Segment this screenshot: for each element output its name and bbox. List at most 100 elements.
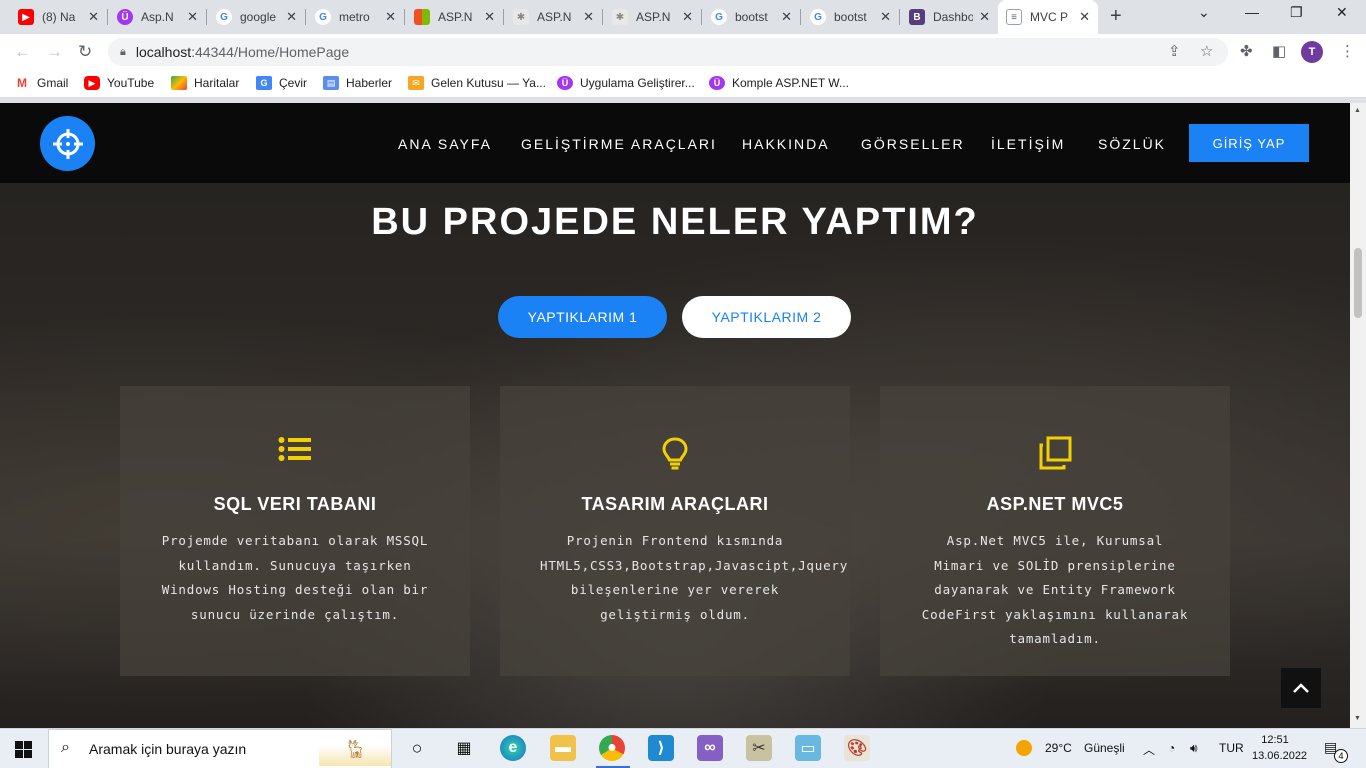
tab-separator: [800, 9, 801, 25]
scroll-down-arrow-icon[interactable]: ▼: [1354, 715, 1361, 722]
google-icon: G: [711, 9, 727, 25]
restore-icon[interactable]: ❐: [1290, 4, 1303, 21]
volume-icon[interactable]: 🔊︎: [1190, 741, 1198, 756]
vscode-icon[interactable]: ⟩: [648, 735, 674, 761]
nav-dictionary[interactable]: SÖZLÜK: [1098, 136, 1166, 152]
browser-tab[interactable]: G bootst ✕: [802, 0, 899, 34]
back-to-top-button[interactable]: [1281, 668, 1321, 708]
bookmark-maps[interactable]: Haritalar: [171, 76, 239, 90]
nav-about[interactable]: HAKKINDA: [742, 136, 830, 152]
site-logo[interactable]: [40, 116, 95, 171]
weather-temperature[interactable]: 29°C: [1045, 741, 1072, 755]
nav-contact[interactable]: İLETİŞİM: [991, 136, 1065, 152]
maps-icon: [171, 76, 187, 90]
close-icon[interactable]: ✕: [781, 9, 792, 25]
nav-gallery[interactable]: GÖRSELLER: [861, 136, 965, 152]
close-icon[interactable]: ✕: [682, 9, 693, 25]
aspnet-icon: ✱: [513, 9, 529, 25]
close-icon[interactable]: ✕: [286, 9, 297, 25]
lightbulb-icon: [500, 436, 850, 472]
browser-tab[interactable]: G metro ✕: [307, 0, 404, 34]
tab-projects-2[interactable]: YAPTIKLARIM 2: [682, 296, 851, 338]
weather-condition[interactable]: Güneşli: [1084, 741, 1125, 755]
browser-tab[interactable]: ▶ (8) Na ✕: [10, 0, 107, 34]
card-text: Projenin Frontend kısmında HTML5,CSS3,Bo…: [540, 533, 849, 622]
bookmark-udemy-2[interactable]: Ü Komple ASP.NET W...: [709, 76, 849, 90]
lock-icon[interactable]: 🔒︎: [120, 46, 126, 59]
chrome-icon[interactable]: ●: [599, 735, 625, 761]
news-icon: ▤: [323, 76, 339, 90]
tray-chevron-up-icon[interactable]: ︿: [1143, 741, 1155, 758]
bootstrap-icon: B: [909, 9, 925, 25]
edge-icon[interactable]: e: [500, 735, 526, 761]
minimize-icon[interactable]: —: [1245, 4, 1259, 20]
tab-title: google: [240, 10, 277, 24]
tab-projects-1[interactable]: YAPTIKLARIM 1: [498, 296, 667, 338]
reload-icon[interactable]: ↻: [78, 42, 92, 62]
scrollbar-thumb[interactable]: [1354, 248, 1362, 318]
forward-arrow-icon[interactable]: →: [46, 42, 63, 62]
system-clock[interactable]: 12:51 13.06.2022: [1252, 732, 1308, 764]
browser-tab[interactable]: G bootst ✕: [703, 0, 800, 34]
search-highlight-illustration-icon: 🦌︎: [319, 732, 391, 766]
bookmark-news[interactable]: ▤ Haberler: [323, 76, 392, 90]
copy-icon: [880, 436, 1230, 472]
bookmark-translate[interactable]: G Çevir: [256, 76, 307, 90]
profile-avatar[interactable]: T: [1301, 41, 1323, 63]
browser-tab[interactable]: ASP.N ✕: [406, 0, 503, 34]
browser-tab-active[interactable]: ≡ MVC P ✕: [998, 0, 1098, 34]
tab-title: Asp.N: [141, 10, 174, 24]
browser-tab-strip: ▶ (8) Na ✕ Ü Asp.N ✕ G google ✕ G metro …: [0, 0, 1366, 34]
browser-tab[interactable]: B Dashbo ✕: [901, 0, 998, 34]
tab-title: MVC P: [1030, 10, 1069, 24]
scroll-up-arrow-icon[interactable]: ▲: [1354, 107, 1361, 114]
browser-tab[interactable]: ✱ ASP.N ✕: [604, 0, 701, 34]
address-bar[interactable]: 🔒︎ localhost:44344/Home/HomePage: [108, 38, 1228, 66]
notepad-icon[interactable]: ▭: [795, 735, 821, 761]
paint-icon[interactable]: 🎨︎: [844, 735, 870, 761]
nav-home[interactable]: ANA SAYFA: [398, 136, 492, 152]
browser-tab[interactable]: Ü Asp.N ✕: [109, 0, 206, 34]
close-icon[interactable]: ✕: [979, 9, 990, 25]
back-arrow-icon[interactable]: ←: [14, 42, 31, 62]
bookmark-gmail[interactable]: M Gmail: [14, 76, 68, 90]
close-icon[interactable]: ✕: [187, 9, 198, 25]
network-icon[interactable]: ◔: [1168, 741, 1175, 755]
tab-separator: [602, 9, 603, 25]
close-icon[interactable]: ✕: [583, 9, 594, 25]
extensions-icon[interactable]: ✤: [1240, 42, 1253, 60]
page-scrollbar[interactable]: ▲ ▼: [1350, 103, 1366, 728]
close-icon[interactable]: ✕: [1079, 9, 1090, 25]
tab-search-chevron-icon[interactable]: ⌄: [1198, 4, 1210, 21]
nav-dev-tools[interactable]: GELİŞTİRME ARAÇLARI: [521, 136, 717, 152]
new-tab-plus-icon[interactable]: +: [1110, 5, 1122, 28]
clock-date: 13.06.2022: [1252, 750, 1308, 762]
task-view-icon[interactable]: ○: [404, 735, 430, 761]
browser-menu-icon[interactable]: ⋮: [1340, 42, 1355, 60]
close-icon[interactable]: ✕: [88, 9, 99, 25]
bookmark-udemy-1[interactable]: Ü Uygulama Geliştirer...: [557, 76, 695, 90]
side-panel-icon[interactable]: ◧: [1272, 42, 1286, 60]
snipping-tool-icon[interactable]: ✂: [746, 735, 772, 761]
close-icon[interactable]: ✕: [484, 9, 495, 25]
bookmark-inbox[interactable]: ✉ Gelen Kutusu — Ya...: [408, 76, 546, 90]
widgets-icon[interactable]: ▦: [451, 735, 477, 761]
card-title: TASARIM ARAÇLARI: [581, 494, 769, 514]
browser-tab[interactable]: ✱ ASP.N ✕: [505, 0, 602, 34]
windows-start-icon[interactable]: [15, 741, 32, 758]
bookmark-star-icon[interactable]: ☆: [1200, 42, 1213, 60]
visual-studio-icon[interactable]: ∞: [697, 735, 723, 761]
bookmark-youtube[interactable]: ▶ YouTube: [84, 76, 154, 90]
input-language[interactable]: TUR: [1219, 741, 1244, 755]
taskbar-search-box[interactable]: ⌕ Aramak için buraya yazın 🦌︎: [48, 729, 392, 768]
login-button[interactable]: GİRİŞ YAP: [1189, 124, 1309, 162]
share-icon[interactable]: ⇪: [1168, 42, 1181, 60]
close-icon[interactable]: ✕: [880, 9, 891, 25]
browser-tab[interactable]: G google ✕: [208, 0, 305, 34]
file-explorer-icon[interactable]: ▬: [550, 735, 576, 761]
sun-icon[interactable]: [1016, 740, 1032, 756]
url-host: localhost: [135, 44, 192, 60]
window-close-icon[interactable]: ✕: [1336, 4, 1348, 21]
close-icon[interactable]: ✕: [385, 9, 396, 25]
feature-card-sql: SQL VERI TABANI Projemde veritabanı olar…: [120, 386, 470, 676]
